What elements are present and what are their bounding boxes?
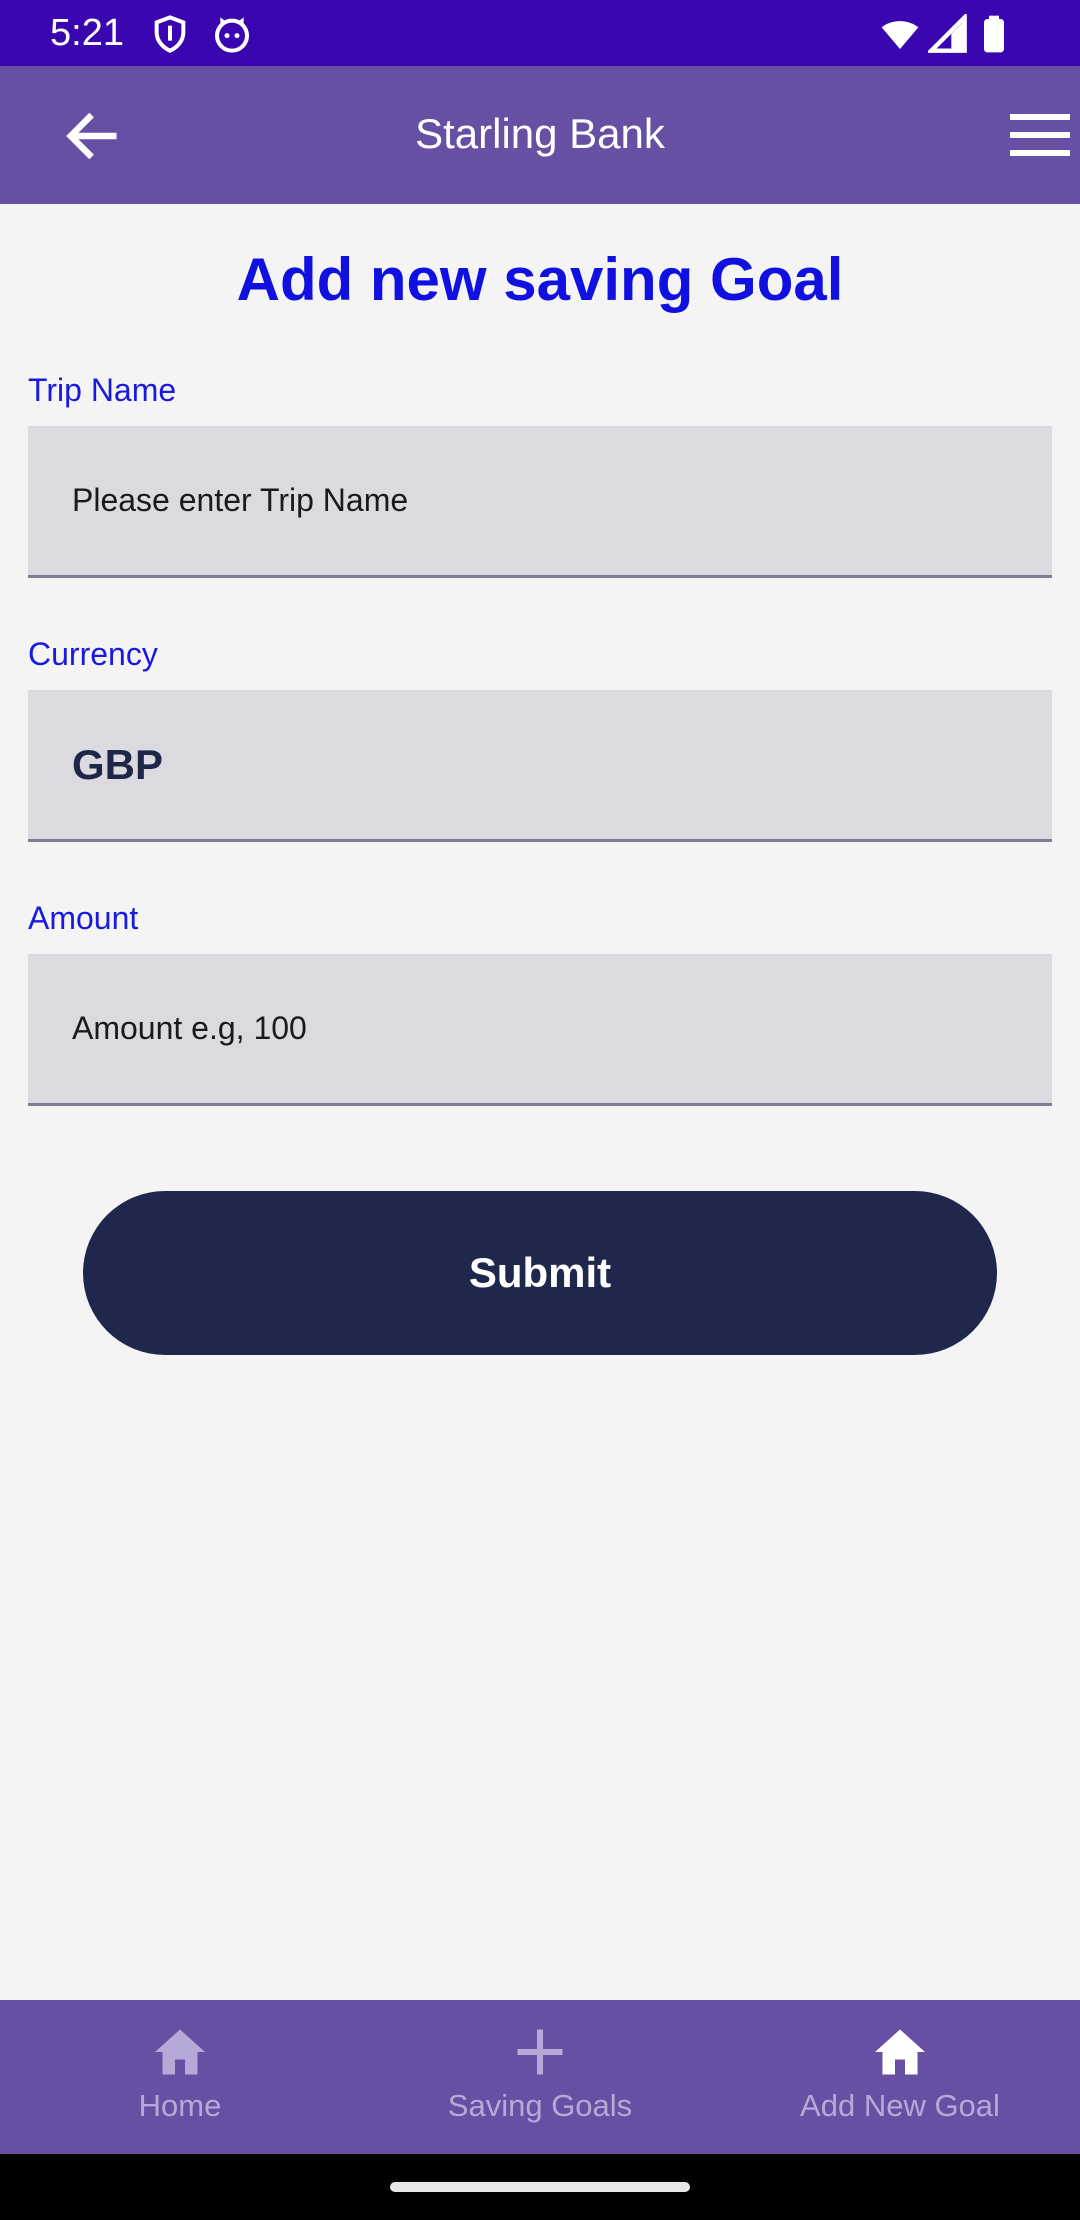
trip-name-placeholder: Please enter Trip Name xyxy=(72,482,409,518)
nav-label-saving-goals: Saving Goals xyxy=(447,2088,633,2123)
nav-item-home[interactable]: Home xyxy=(0,2000,360,2154)
cat-icon xyxy=(215,17,249,53)
system-nav-bar xyxy=(0,2154,1080,2220)
trip-name-label: Trip Name xyxy=(28,372,177,408)
page-title: Add new saving Goal xyxy=(236,246,844,313)
amount-field[interactable]: Amount e.g, 100 xyxy=(28,954,1052,1106)
nav-label-home: Home xyxy=(138,2088,222,2123)
amount-label: Amount xyxy=(28,900,139,936)
home-icon xyxy=(155,2029,205,2075)
currency-value: GBP xyxy=(72,740,164,788)
app-title: Starling Bank xyxy=(415,110,665,157)
screen: 5:21 Starling Bank Add new saving Goal T… xyxy=(0,0,1080,2220)
currency-field[interactable]: GBP xyxy=(28,690,1052,842)
trip-name-field[interactable]: Please enter Trip Name xyxy=(28,426,1052,578)
status-time: 5:21 xyxy=(50,12,124,54)
nav-item-add-new-goal[interactable]: Add New Goal xyxy=(720,2000,1080,2154)
currency-label: Currency xyxy=(28,636,158,672)
status-bar: 5:21 xyxy=(0,0,1080,66)
bottom-nav: Home Saving Goals Add New Goal xyxy=(0,2000,1080,2154)
plus-icon xyxy=(517,2029,563,2075)
shield-icon xyxy=(154,15,186,53)
signal-icon xyxy=(928,14,967,53)
home-gesture-handle[interactable] xyxy=(390,2182,690,2192)
hamburger-menu-icon[interactable] xyxy=(1010,108,1070,164)
nav-label-add-new-goal: Add New Goal xyxy=(800,2088,1000,2123)
nav-item-saving-goals[interactable]: Saving Goals xyxy=(360,2000,720,2154)
wifi-icon xyxy=(881,21,919,49)
home-icon xyxy=(875,2029,925,2075)
app-bar: Starling Bank xyxy=(0,66,1080,204)
amount-placeholder: Amount e.g, 100 xyxy=(72,1010,307,1046)
battery-icon xyxy=(984,15,1004,53)
submit-button[interactable]: Submit xyxy=(83,1191,997,1355)
